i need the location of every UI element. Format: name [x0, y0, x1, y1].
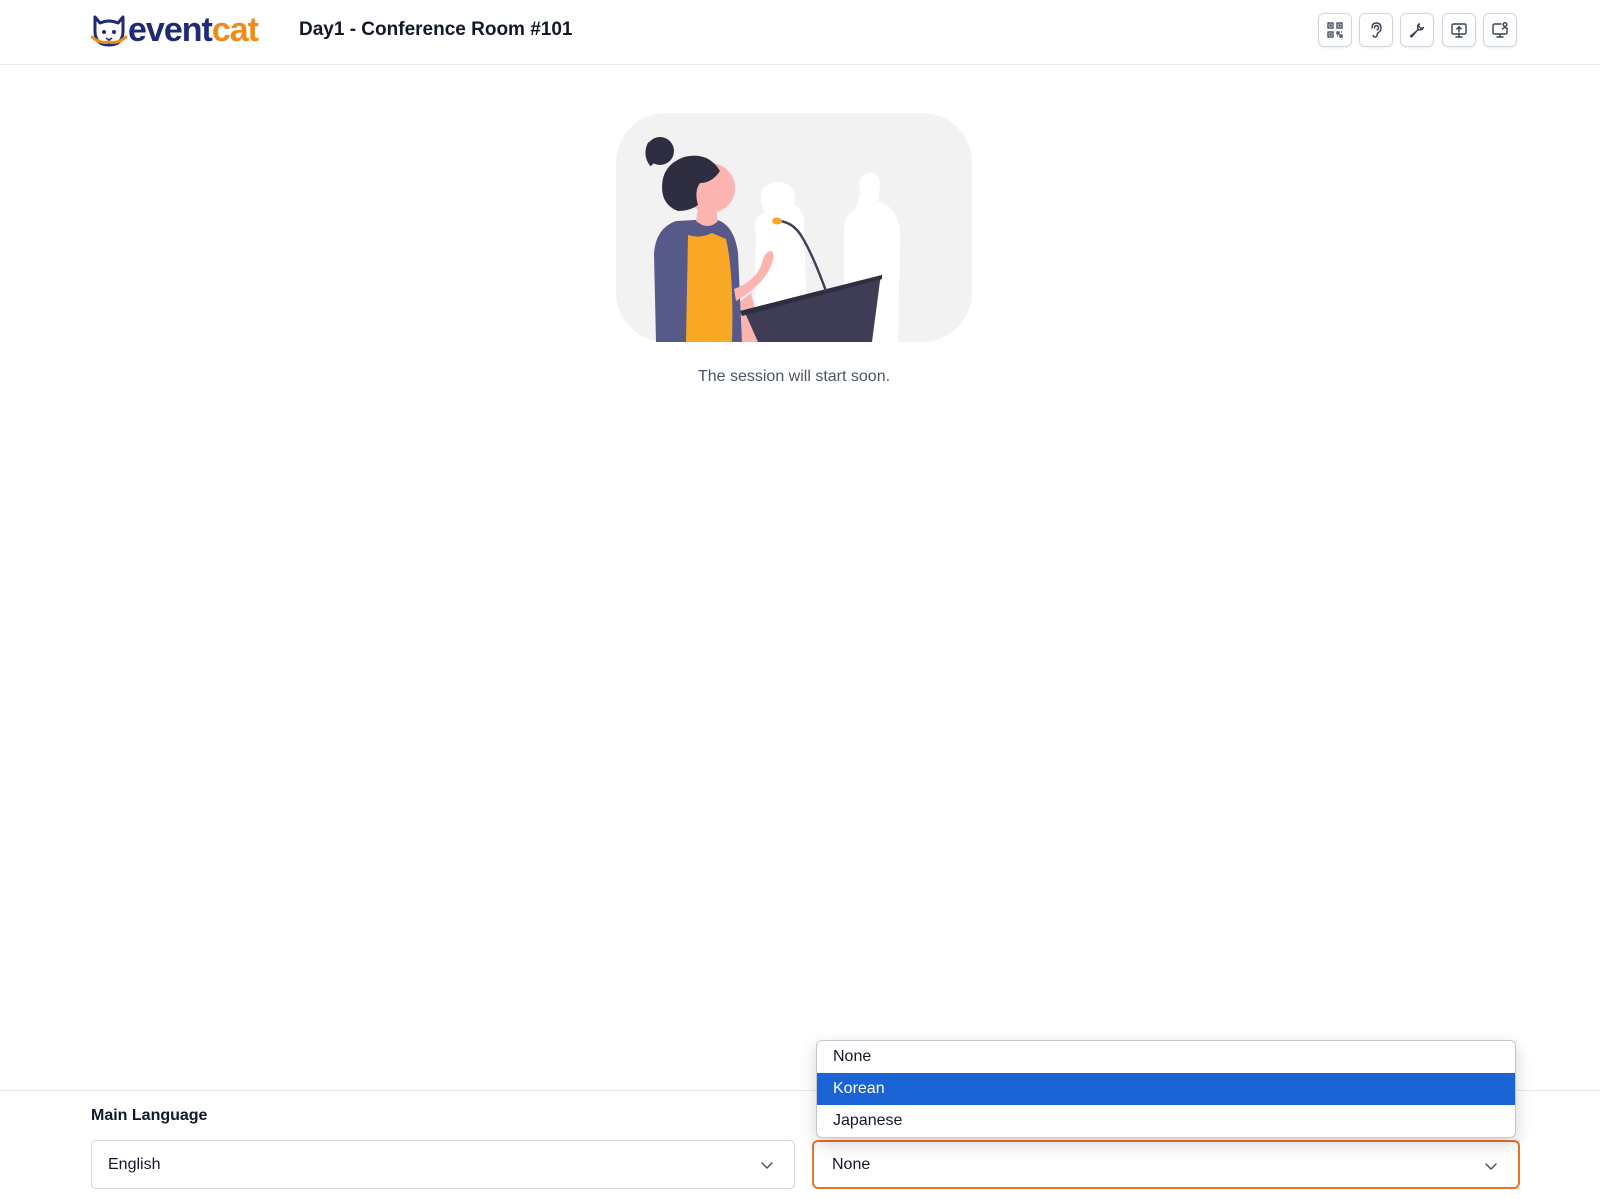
screen-share-icon [1451, 23, 1467, 38]
screen-share-button[interactable] [1442, 13, 1476, 47]
language-dropdown-menu: None Korean Japanese [816, 1040, 1516, 1138]
chevron-down-icon [1485, 1163, 1497, 1170]
logo-wordmark: eventcat [128, 11, 259, 49]
dropdown-option-korean[interactable]: Korean [817, 1073, 1515, 1105]
main-language-select[interactable]: English [91, 1140, 795, 1189]
secondary-language-value: None [832, 1155, 871, 1173]
cat-logo-icon [91, 15, 127, 47]
hearing-button[interactable] [1359, 13, 1393, 47]
top-bar: eventcat Day1 - Conference Room #101 [0, 0, 1600, 65]
secondary-language-select[interactable]: None [812, 1140, 1520, 1189]
dropdown-option-japanese[interactable]: Japanese [817, 1105, 1515, 1137]
settings-button[interactable] [1400, 13, 1434, 47]
dropdown-option-none[interactable]: None [817, 1041, 1515, 1073]
main-language-label: Main Language [91, 1107, 208, 1124]
monitor-user-icon [1492, 22, 1509, 38]
session-status-message: The session will start soon. [697, 368, 891, 385]
qr-code-icon [1327, 22, 1343, 38]
speaker-illustration [616, 113, 972, 342]
room-title: Day1 - Conference Room #101 [299, 19, 573, 40]
main-language-value: English [108, 1155, 161, 1173]
presenter-view-button[interactable] [1483, 13, 1517, 47]
ear-icon [1371, 22, 1382, 38]
wrench-icon [1409, 22, 1425, 38]
eventcat-logo[interactable]: eventcat [91, 10, 259, 50]
chevron-down-icon [761, 1162, 773, 1169]
qr-code-button[interactable] [1318, 13, 1352, 47]
